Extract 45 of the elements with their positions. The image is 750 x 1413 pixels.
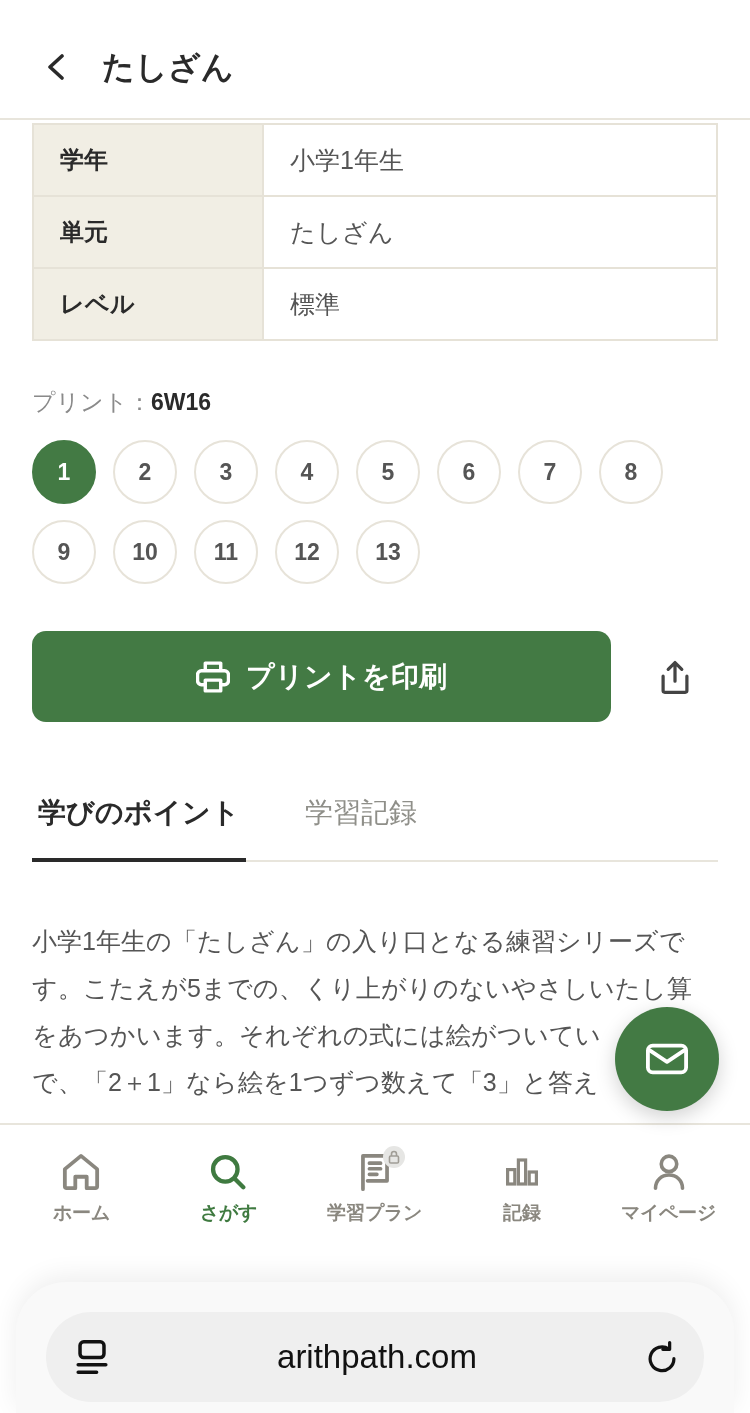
print-code-label: プリント：6W16 [32,388,212,417]
nav-item[interactable]: 記録 [448,1140,596,1226]
print-number-button[interactable]: 6 [437,440,501,504]
table-cell: 標準 [264,269,716,339]
printer-icon [196,660,230,693]
print-number-button[interactable]: 1 [32,440,96,504]
home-icon [62,1153,101,1191]
share-icon[interactable] [659,659,691,694]
nav-item[interactable]: 学習プラン [301,1140,449,1226]
page-title: たしざん [102,48,234,87]
description-line: をあつかいます。それぞれの式には絵がついてい [32,1020,601,1051]
print-number-button[interactable]: 11 [194,520,258,584]
table-cell: 小学1年生 [264,125,716,195]
row-label: 学年 [34,125,262,195]
row-label: レベル [34,269,262,339]
print-button[interactable]: プリントを印刷 [32,631,611,722]
print-number-button[interactable]: 10 [113,520,177,584]
nav-item[interactable]: さがす [154,1140,302,1226]
print-number-button[interactable]: 8 [599,440,663,504]
nav-item[interactable]: ホーム [8,1140,155,1226]
print-number-button[interactable]: 2 [113,440,177,504]
tab[interactable]: 学びのポイント [32,793,246,862]
description-line: で、「2＋1」なら絵を1つずつ数えて「3」と答え [32,1067,599,1098]
print-number-button[interactable]: 4 [275,440,339,504]
print-number-button[interactable]: 5 [356,440,420,504]
description-line: 小学1年生の「たしざん」の入り口となる練習シリーズで [32,926,685,957]
url-text: arithpath.com [277,1337,477,1377]
table-cell: たしざん [264,197,716,267]
document-icon [360,1153,390,1191]
print-number-button[interactable]: 12 [275,520,339,584]
reload-icon[interactable] [646,1340,678,1374]
print-number-button[interactable]: 3 [194,440,258,504]
print-number-button[interactable]: 7 [518,440,582,504]
row-label: 単元 [34,197,262,267]
nav-item[interactable]: マイページ [595,1140,742,1226]
print-number-button[interactable]: 13 [356,520,420,584]
page-menu-icon[interactable] [76,1339,108,1375]
address-bar[interactable]: arithpath.com [46,1312,704,1402]
person-icon [651,1154,686,1190]
description-line: す。こたえが5までの、くり上がりのないやさしいたし算 [32,973,692,1004]
search-icon [210,1154,247,1190]
bar-chart-icon [505,1158,538,1186]
mail-icon [646,1043,688,1075]
print-number-button[interactable]: 9 [32,520,96,584]
back-icon[interactable] [46,54,66,80]
